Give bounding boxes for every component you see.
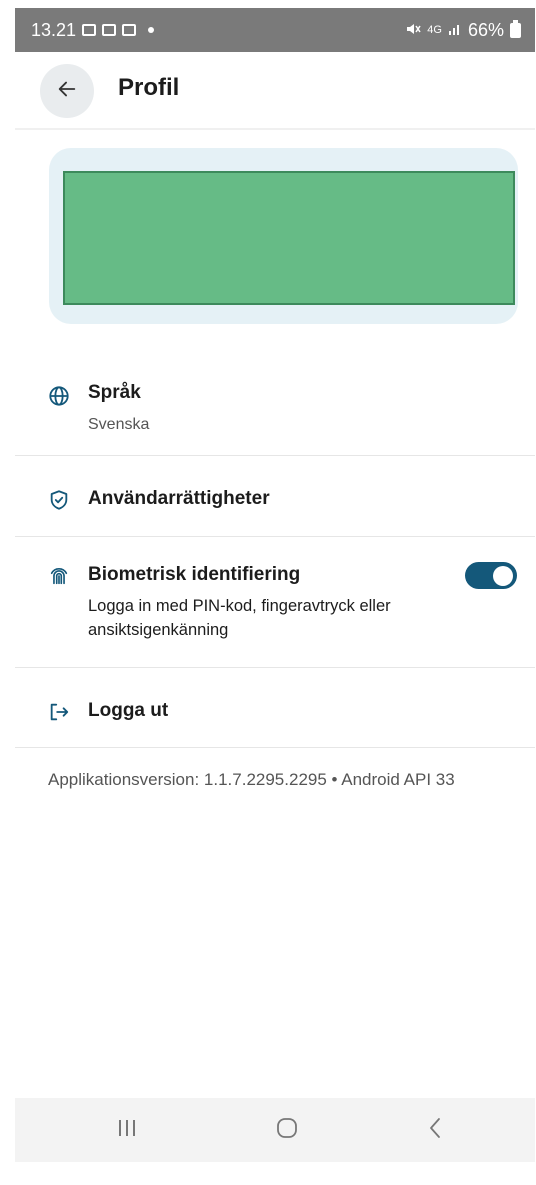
language-title: Språk	[88, 382, 141, 403]
divider	[15, 536, 535, 537]
recent-apps-icon	[116, 1118, 138, 1143]
biometric-title: Biometrisk identifiering	[88, 564, 301, 585]
app-notification-icon	[122, 24, 137, 36]
logout-button[interactable]: Logga ut	[15, 684, 535, 744]
system-navigation-bar	[15, 1098, 535, 1162]
battery-percent: 66%	[467, 19, 504, 40]
back-nav-button[interactable]	[415, 1110, 455, 1150]
user-permissions-setting[interactable]: Användarrättigheter	[15, 472, 535, 532]
logout-icon	[47, 700, 71, 724]
battery-icon	[510, 19, 521, 38]
home-button[interactable]	[267, 1110, 307, 1150]
toggle-knob	[493, 565, 513, 586]
user-permissions-title: Användarrättigheter	[88, 488, 270, 509]
recent-apps-button[interactable]	[107, 1110, 147, 1150]
status-time: 13.21	[31, 19, 77, 40]
divider	[15, 747, 535, 748]
globe-icon	[47, 384, 71, 408]
app-notification-icon	[102, 24, 117, 36]
profile-info-redacted	[63, 171, 515, 305]
chevron-left-icon	[427, 1117, 443, 1144]
home-icon	[275, 1116, 299, 1145]
biometric-setting: Biometrisk identifiering Logga in med PI…	[15, 552, 535, 664]
app-version: Applikationsversion: 1.1.7.2295.2295 • A…	[48, 770, 455, 789]
signal-icon	[448, 20, 462, 41]
language-value: Svenska	[88, 416, 150, 433]
divider	[15, 455, 535, 456]
arrow-left-icon	[56, 78, 78, 105]
divider	[15, 667, 535, 668]
status-bar: 13.21 4G 66%	[15, 8, 535, 52]
language-setting[interactable]: Språk Svenska	[15, 372, 535, 454]
mute-icon	[405, 20, 421, 41]
network-type: 4G	[427, 24, 442, 36]
biometric-toggle[interactable]	[465, 562, 517, 589]
gallery-notification-icon	[82, 24, 97, 36]
page-title: Profil	[118, 74, 180, 101]
biometric-description: Logga in med PIN-kod, fingeravtryck elle…	[88, 597, 391, 639]
header-divider	[15, 128, 535, 130]
back-button[interactable]	[40, 64, 94, 118]
shield-check-icon	[47, 488, 71, 512]
more-notifications-icon	[148, 27, 155, 33]
app-bar: Profil	[15, 56, 535, 126]
logout-title: Logga ut	[88, 700, 169, 721]
fingerprint-icon	[47, 564, 71, 588]
